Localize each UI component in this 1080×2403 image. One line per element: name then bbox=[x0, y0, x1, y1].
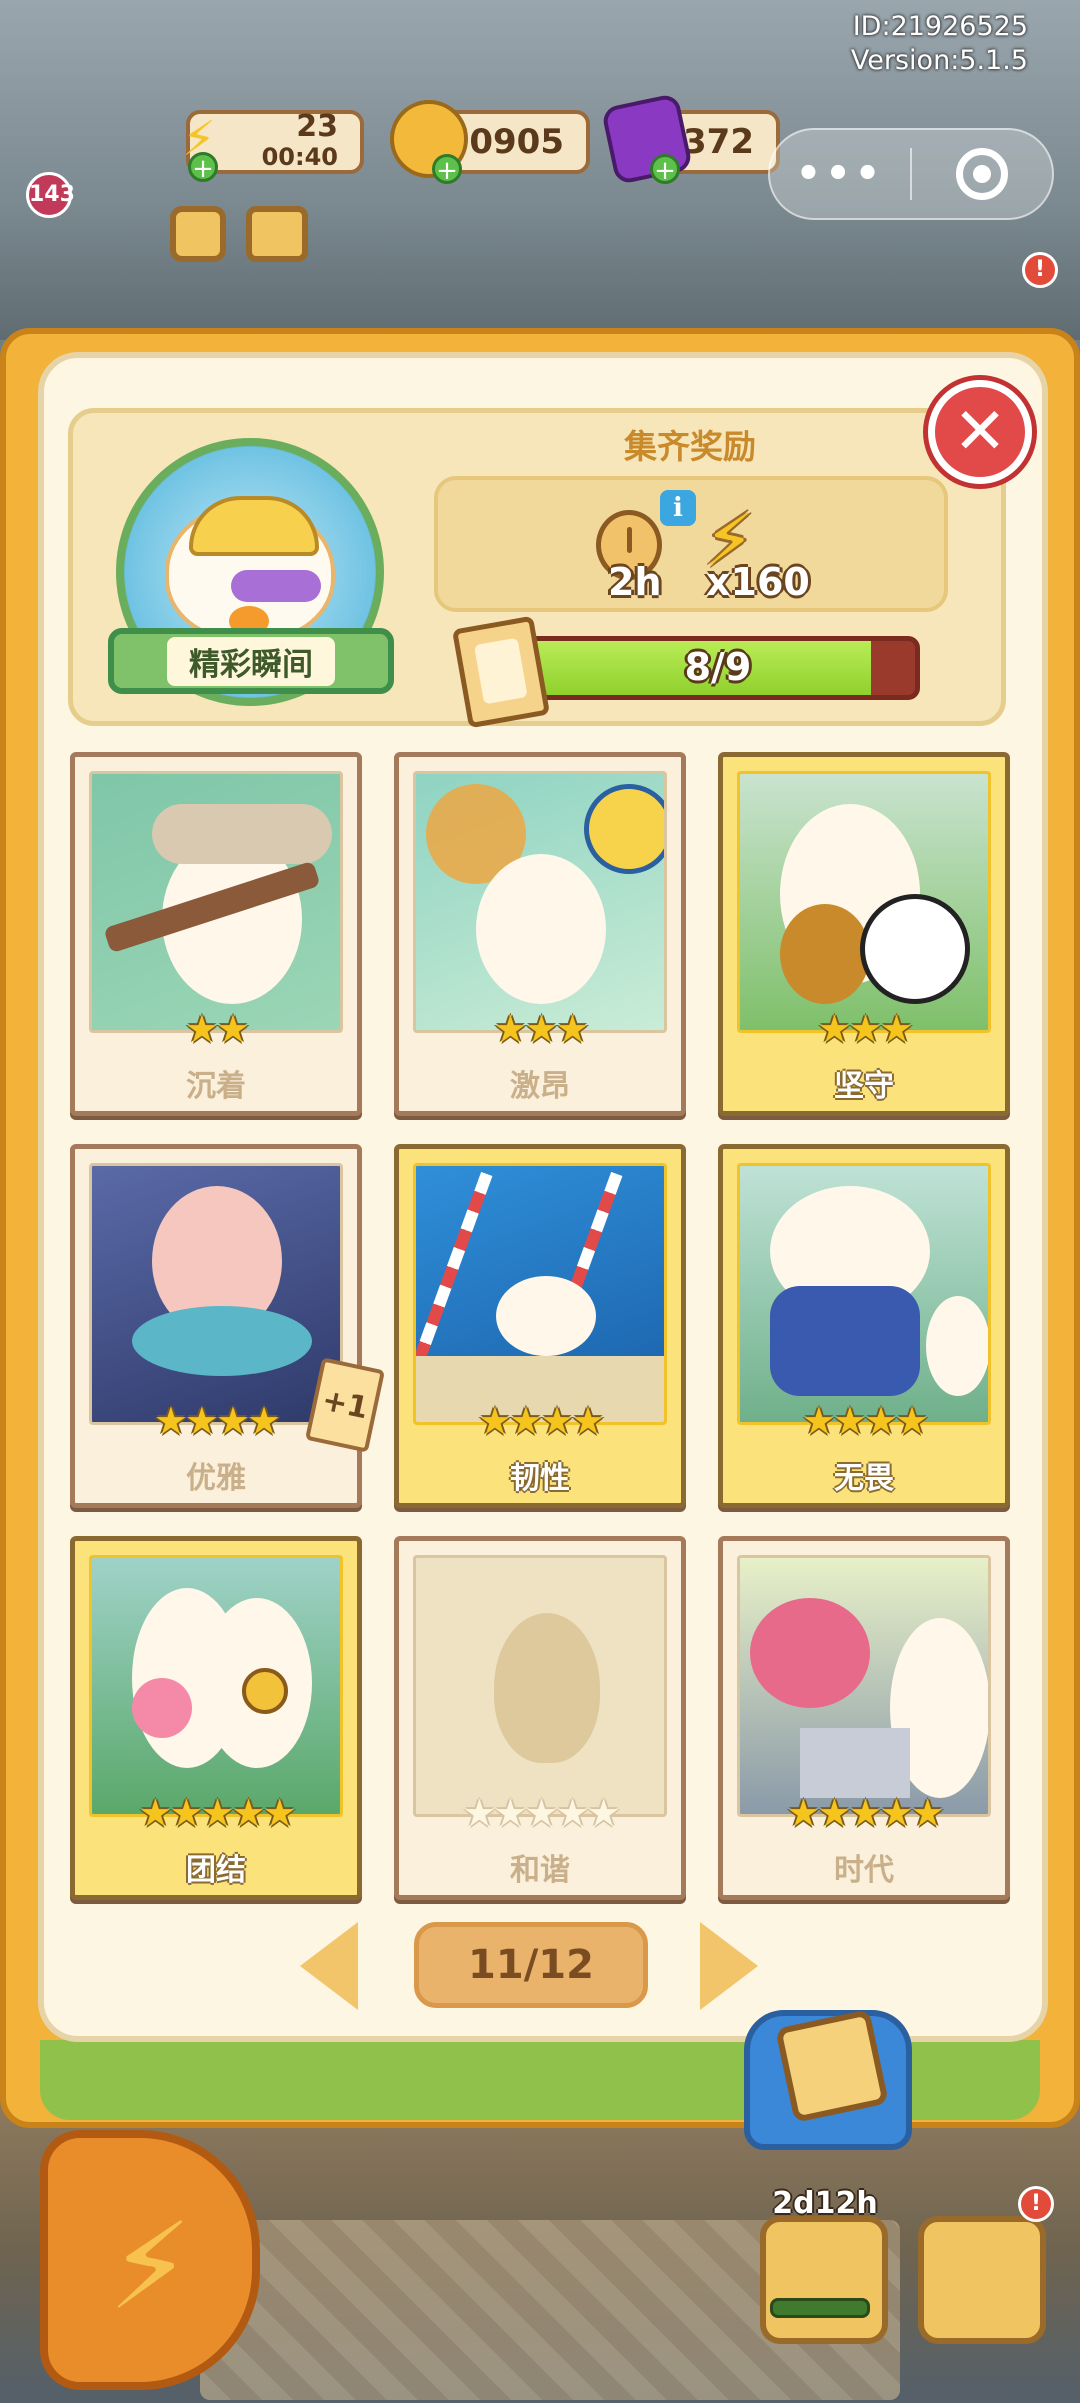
card-art bbox=[413, 1163, 667, 1425]
card-stars: ★★ bbox=[184, 1007, 250, 1051]
card-stars: ★★★★ bbox=[801, 1399, 929, 1443]
progress-text: 8/9 bbox=[684, 645, 752, 689]
card-stars: ★★★★★ bbox=[462, 1791, 620, 1835]
target-icon bbox=[956, 148, 1008, 200]
card-event-button[interactable] bbox=[760, 2216, 888, 2344]
notification-dot-icon: ! bbox=[1018, 2186, 1054, 2222]
card-stars: ★★★ bbox=[493, 1007, 589, 1051]
page-indicator: 11/12 bbox=[414, 1922, 648, 2008]
card-art bbox=[737, 1555, 991, 1817]
reward-energy: x160 bbox=[706, 560, 810, 604]
card-1[interactable]: ★★ 沉着 bbox=[70, 752, 362, 1116]
close-miniprogram-button[interactable] bbox=[912, 148, 1052, 200]
energy-timer: 00:40 bbox=[261, 143, 338, 171]
card-5[interactable]: ★★★★ 韧性 bbox=[394, 1144, 686, 1508]
reward-time: 2h bbox=[608, 560, 662, 604]
settings-icon[interactable] bbox=[170, 206, 226, 262]
card-art bbox=[89, 771, 343, 1033]
miniprogram-capsule: ••• bbox=[768, 128, 1054, 220]
gems-plus-icon[interactable]: + bbox=[650, 154, 680, 185]
card-art bbox=[737, 771, 991, 1033]
badge-label: 精彩瞬间 bbox=[167, 636, 335, 686]
energy-arrow-button[interactable]: ⚡ bbox=[40, 2130, 260, 2390]
card-4[interactable]: +1 ★★★★ 优雅 bbox=[70, 1144, 386, 1508]
coins-plus-icon[interactable]: + bbox=[432, 154, 462, 185]
arrow-right-icon[interactable] bbox=[700, 1922, 758, 2010]
chat-button[interactable] bbox=[918, 2216, 1046, 2344]
more-options-icon[interactable]: ••• bbox=[770, 151, 910, 197]
info-icon[interactable]: i bbox=[660, 490, 696, 526]
card-7[interactable]: ★★★★★ 团结 bbox=[70, 1536, 362, 1900]
card-stars: ★★★★★ bbox=[138, 1791, 296, 1835]
card-art-placeholder bbox=[413, 1555, 667, 1817]
card-name: 韧性 bbox=[510, 1461, 570, 1496]
notification-dot-icon: ! bbox=[1022, 252, 1058, 288]
close-icon: ✕ bbox=[953, 395, 1007, 469]
reward-title: 集齐奖励 bbox=[624, 427, 756, 466]
badge-ribbon: 精彩瞬间 bbox=[108, 628, 394, 694]
close-button[interactable]: ✕ bbox=[928, 380, 1032, 484]
card-name: 无畏 bbox=[834, 1461, 894, 1496]
version-text: Version:5.1.5 bbox=[850, 45, 1028, 76]
event-progress-bar bbox=[770, 2298, 870, 2318]
card-art bbox=[89, 1555, 343, 1817]
card-art bbox=[413, 771, 667, 1033]
version-info: ID:21926525 Version:5.1.5 bbox=[851, 10, 1028, 78]
card-name: 优雅 bbox=[186, 1461, 246, 1496]
badge-duck-image bbox=[165, 496, 335, 642]
album-icon bbox=[775, 2009, 889, 2123]
energy-plus-icon[interactable]: + bbox=[188, 152, 218, 183]
card-art bbox=[737, 1163, 991, 1425]
album-button[interactable] bbox=[744, 2009, 912, 2150]
card-stars: ★★★ bbox=[817, 1007, 913, 1051]
card-name: 坚守 bbox=[834, 1069, 894, 1104]
card-stack-icon bbox=[451, 615, 551, 729]
card-name: 团结 bbox=[186, 1853, 246, 1888]
collection-progress-bar: 8/9 bbox=[516, 636, 920, 700]
card-stars: ★★★★ bbox=[477, 1399, 605, 1443]
card-name: 沉着 bbox=[186, 1069, 246, 1104]
gems-value: 372 bbox=[683, 122, 754, 162]
lightning-icon: ⚡ bbox=[108, 2198, 193, 2337]
card-2[interactable]: ★★★ 激昂 bbox=[394, 752, 686, 1116]
card-name: 时代 bbox=[834, 1853, 894, 1888]
level-badge[interactable]: 143 bbox=[26, 172, 75, 218]
energy-value: 23 bbox=[296, 109, 338, 144]
card-art bbox=[89, 1163, 343, 1425]
card-3[interactable]: ★★★ 坚守 bbox=[718, 752, 1010, 1116]
card-8-locked[interactable]: ★★★★★ 和谐 bbox=[394, 1536, 686, 1900]
card-9[interactable]: ★★★★★ 时代 bbox=[718, 1536, 1010, 1900]
card-name: 激昂 bbox=[510, 1069, 570, 1104]
card-6[interactable]: ★★★★ 无畏 bbox=[718, 1144, 1010, 1508]
user-id-text: ID:21926525 bbox=[852, 11, 1028, 42]
mail-icon[interactable] bbox=[246, 206, 308, 262]
card-stars: ★★★★ bbox=[153, 1399, 281, 1443]
card-name: 和谐 bbox=[510, 1853, 570, 1888]
card-stars: ★★★★★ bbox=[786, 1791, 944, 1835]
arrow-left-icon[interactable] bbox=[300, 1922, 358, 2010]
